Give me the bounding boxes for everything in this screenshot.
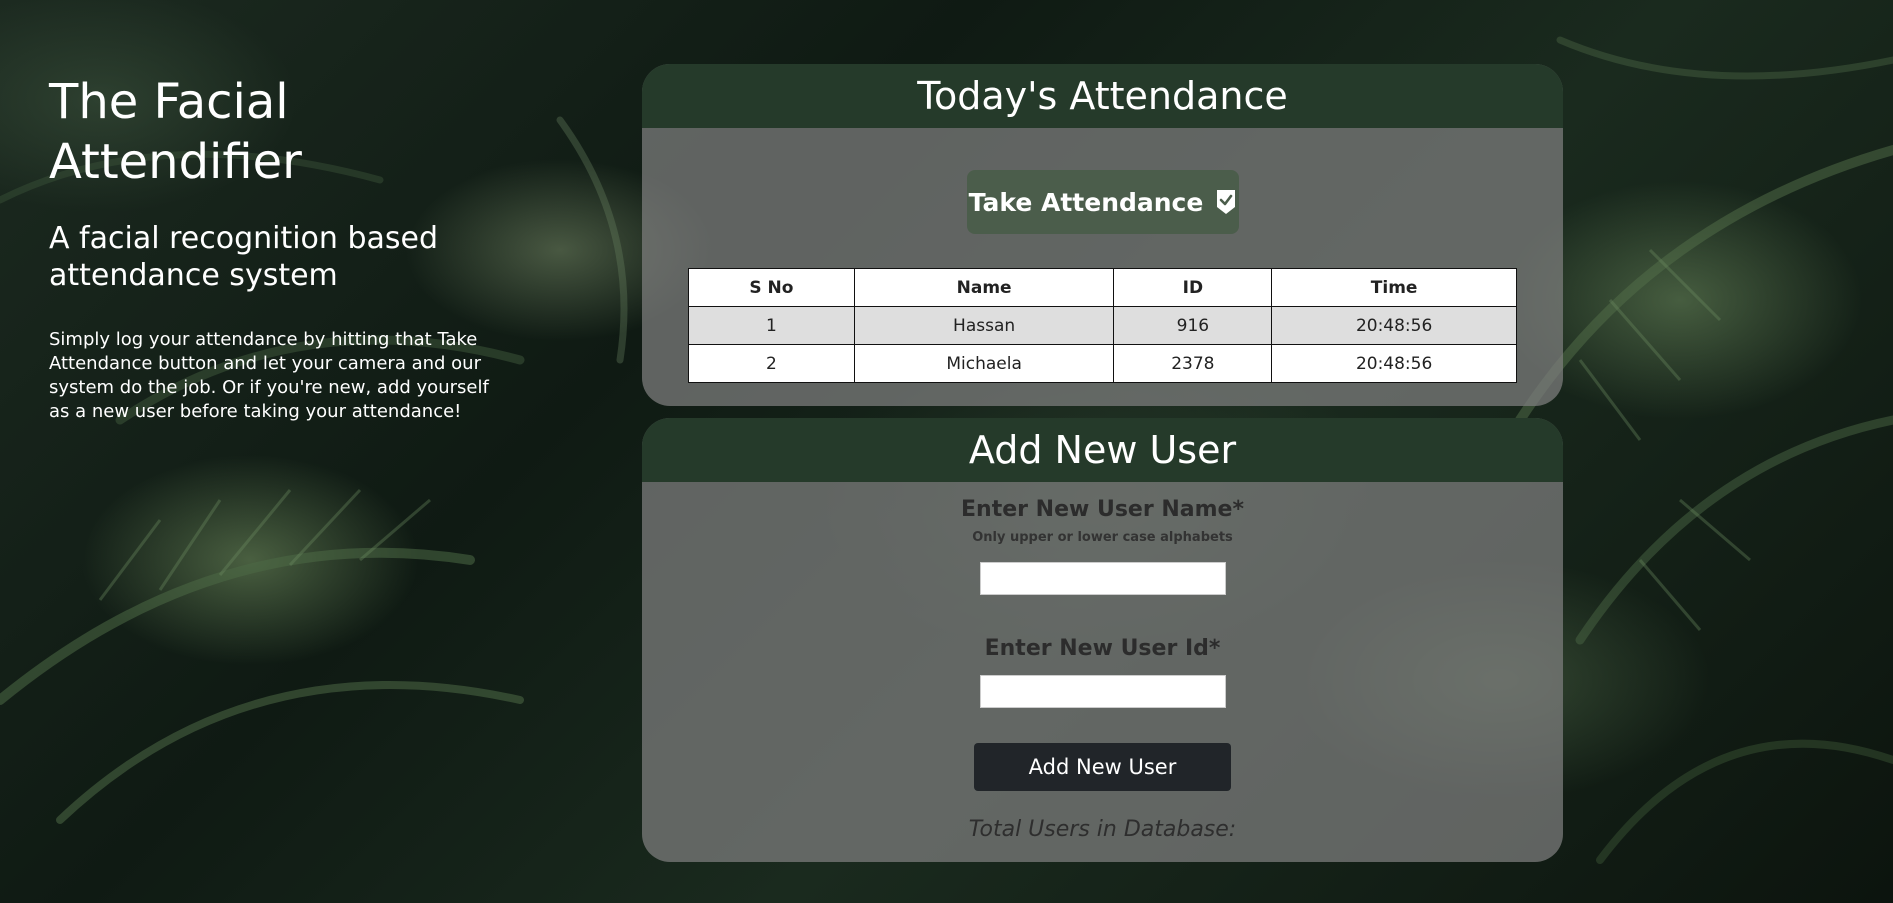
column-header-id: ID xyxy=(1113,268,1273,307)
column-header-sno: S No xyxy=(688,268,855,307)
attendance-table: S No Name ID Time 1 Hassan 916 20:48:56 … xyxy=(688,268,1517,383)
add-user-heading: Add New User xyxy=(642,418,1563,482)
cell-sno: 2 xyxy=(688,344,855,383)
table-header-row: S No Name ID Time xyxy=(688,268,1517,307)
column-header-time: Time xyxy=(1271,268,1517,307)
user-name-input[interactable] xyxy=(979,562,1226,595)
table-row: 2 Michaela 2378 20:48:56 xyxy=(688,344,1517,383)
add-new-user-button[interactable]: Add New User xyxy=(974,743,1231,791)
app-title: The Facial Attendifier xyxy=(49,74,302,190)
cell-sno: 1 xyxy=(688,306,855,345)
add-user-form: Enter New User Name* Only upper or lower… xyxy=(642,496,1563,842)
user-id-label: Enter New User Id* xyxy=(984,636,1221,661)
user-name-label: Enter New User Name* xyxy=(961,497,1244,522)
app-description: Simply log your attendance by hitting th… xyxy=(49,329,489,422)
cell-name: Michaela xyxy=(853,344,1115,383)
check-badge-icon xyxy=(1217,190,1236,214)
user-name-hint: Only upper or lower case alphabets xyxy=(972,530,1233,545)
attendance-card: Today's Attendance Take Attendance S No … xyxy=(642,64,1563,406)
column-header-name: Name xyxy=(853,268,1115,307)
add-user-card: Add New User Enter New User Name* Only u… xyxy=(642,418,1563,862)
cell-time: 20:48:56 xyxy=(1271,306,1517,345)
app-subtitle: A facial recognition based attendance sy… xyxy=(49,221,439,293)
table-row: 1 Hassan 916 20:48:56 xyxy=(688,306,1517,345)
cell-name: Hassan xyxy=(853,306,1115,345)
take-attendance-label: Take Attendance xyxy=(968,187,1204,217)
intro-section: The Facial Attendifier A facial recognit… xyxy=(49,72,509,424)
attendance-heading: Today's Attendance xyxy=(642,64,1563,128)
total-users-text: Total Users in Database: xyxy=(968,817,1237,842)
cell-id: 2378 xyxy=(1113,344,1273,383)
cell-id: 916 xyxy=(1113,306,1273,345)
take-attendance-button[interactable]: Take Attendance xyxy=(967,170,1239,234)
cell-time: 20:48:56 xyxy=(1271,344,1517,383)
user-id-input[interactable] xyxy=(979,675,1226,708)
